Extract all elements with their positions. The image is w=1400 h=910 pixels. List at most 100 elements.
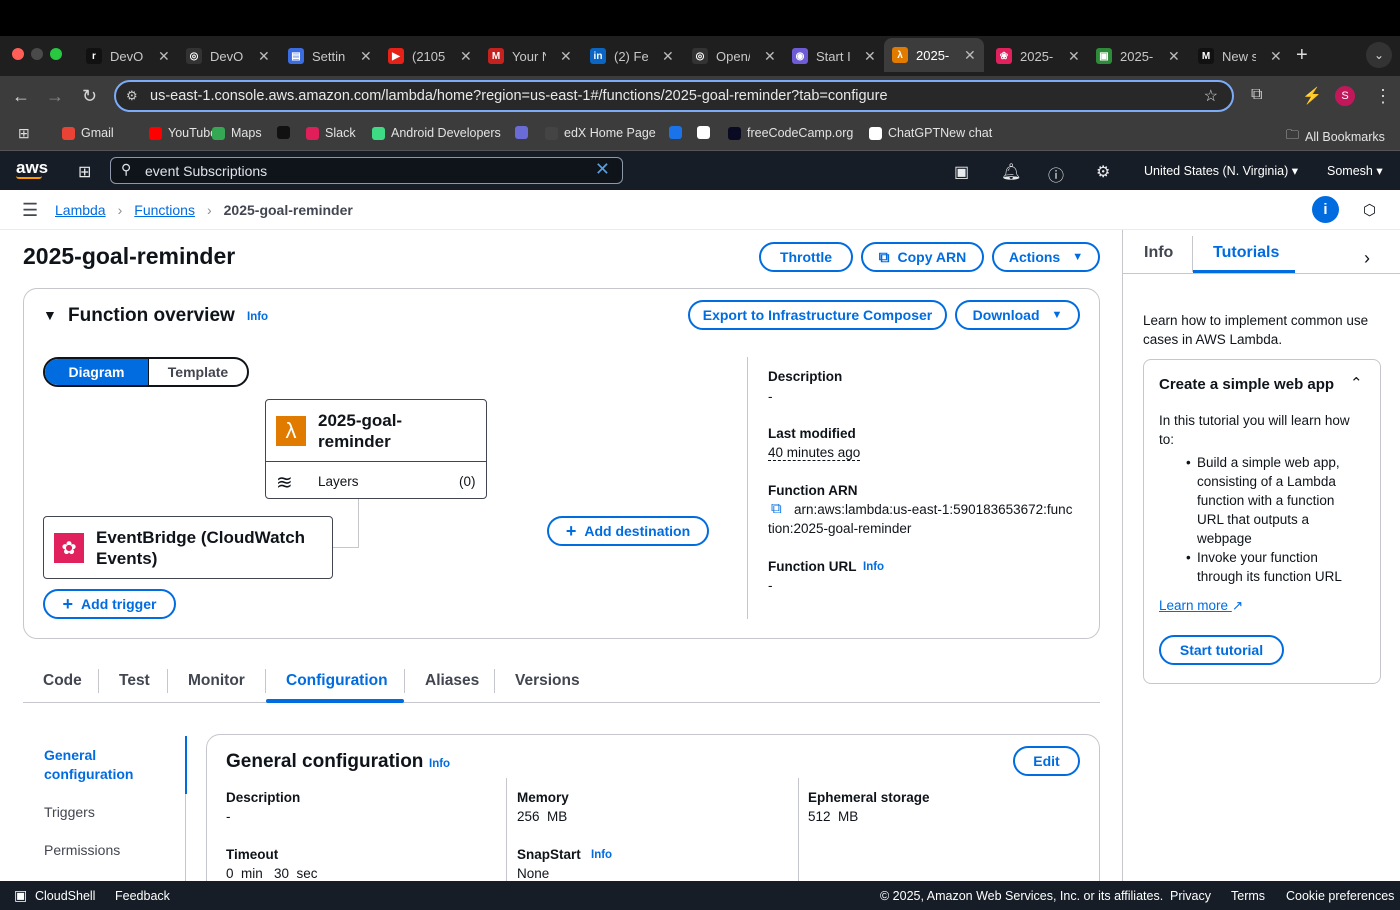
tab-close-icon[interactable]: ✕ [864, 48, 876, 65]
console-search-input[interactable]: ⚲ event Subscriptions ✕ [110, 157, 623, 184]
browser-menu-icon[interactable]: ⋮ [1374, 86, 1392, 107]
apps-grid-icon[interactable]: ⊞ [18, 125, 30, 142]
window-close-button[interactable] [12, 48, 24, 60]
breadcrumb-functions[interactable]: Functions [134, 202, 195, 218]
snapstart-info-link[interactable]: Info [591, 849, 612, 861]
site-settings-icon[interactable]: ⚙ [126, 88, 138, 104]
browser-tab[interactable]: ❀ 2025- ✕ [988, 42, 1084, 70]
breadcrumb-lambda[interactable]: Lambda [55, 202, 106, 218]
tab-code[interactable]: Code [43, 672, 82, 690]
copy-arn-button[interactable]: ⧉ Copy ARN [861, 242, 984, 272]
copy-arn-icon[interactable]: ⧉ [771, 500, 782, 517]
function-url-info-link[interactable]: Info [863, 561, 884, 573]
window-maximize-button[interactable] [50, 48, 62, 60]
notifications-bell-icon[interactable]: 🔔︎ [1001, 162, 1021, 182]
panel-tab-tutorials[interactable]: Tutorials [1213, 244, 1279, 262]
diagram-toggle[interactable]: Diagram [45, 359, 148, 385]
tab-close-icon[interactable]: ✕ [1068, 48, 1080, 65]
last-modified-value[interactable]: 40 minutes ago [768, 445, 861, 461]
throttle-button[interactable]: Throttle [759, 242, 853, 272]
info-panel-icon[interactable]: i [1312, 196, 1339, 223]
extension-icon[interactable]: ⚡ [1302, 86, 1322, 106]
browser-tab[interactable]: in (2) Fe ✕ [582, 42, 678, 70]
bookmark-item[interactable]: Gmail [62, 126, 114, 140]
bookmark-item[interactable] [277, 126, 296, 139]
add-destination-button[interactable]: + Add destination [547, 516, 709, 546]
notifications-panel-icon[interactable]: ⬡ [1363, 201, 1376, 219]
window-minimize-button[interactable] [31, 48, 43, 60]
browser-tab[interactable]: ▤ Settin ✕ [280, 42, 376, 70]
tab-close-icon[interactable]: ✕ [258, 48, 270, 65]
download-button[interactable]: Download ▼ [955, 300, 1080, 330]
browser-tab[interactable]: ◉ Start I ✕ [784, 42, 880, 70]
browser-tab[interactable]: ◎ Open/ ✕ [684, 42, 780, 70]
extensions-icon[interactable]: ⧉ [1251, 86, 1262, 104]
help-icon[interactable]: ⓘ [1048, 162, 1064, 186]
chevron-up-icon[interactable]: ⌃ [1350, 374, 1363, 392]
profile-avatar[interactable]: S [1335, 86, 1355, 106]
layers-label[interactable]: Layers [318, 474, 359, 489]
tab-monitor[interactable]: Monitor [188, 672, 245, 690]
general-config-info-link[interactable]: Info [429, 758, 450, 770]
collapse-triangle-icon[interactable]: ▼ [43, 307, 57, 323]
address-bar[interactable]: ⚙ us-east-1.console.aws.amazon.com/lambd… [114, 80, 1234, 112]
feedback-link[interactable]: Feedback [115, 889, 170, 903]
edit-button[interactable]: Edit [1013, 746, 1080, 776]
services-grid-icon[interactable]: ⊞ [78, 162, 91, 182]
start-tutorial-button[interactable]: Start tutorial [1159, 635, 1284, 665]
export-composer-button[interactable]: Export to Infrastructure Composer [688, 300, 947, 330]
actions-button[interactable]: Actions ▼ [992, 242, 1100, 272]
bookmark-item[interactable]: Slack [306, 126, 356, 140]
privacy-link[interactable]: Privacy [1170, 889, 1211, 903]
tab-aliases[interactable]: Aliases [425, 672, 479, 690]
browser-tab[interactable]: ▣ 2025- ✕ [1088, 42, 1184, 70]
browser-tab[interactable]: ▶ (2105 ✕ [380, 42, 476, 70]
bookmark-item[interactable]: freeCodeCamp.org [728, 126, 853, 140]
hamburger-menu-icon[interactable]: ☰ [22, 200, 38, 221]
learn-more-link[interactable]: Learn more ↗ [1159, 598, 1243, 614]
tab-close-icon[interactable]: ✕ [964, 47, 976, 64]
tab-close-icon[interactable]: ✕ [662, 48, 674, 65]
all-bookmarks-folder[interactable]: 🗀 All Bookmarks [1286, 126, 1385, 148]
region-selector[interactable]: United States (N. Virginia) ▾ [1144, 163, 1298, 178]
reload-icon[interactable]: ↻ [82, 86, 97, 107]
tab-close-icon[interactable]: ✕ [560, 48, 572, 65]
bookmark-item[interactable]: YouTube [149, 126, 217, 140]
config-nav-triggers[interactable]: Triggers [44, 804, 95, 820]
cloudshell-link[interactable]: CloudShell [35, 889, 95, 903]
tab-search-icon[interactable]: ⌄ [1366, 42, 1392, 68]
tab-close-icon[interactable]: ✕ [158, 48, 170, 65]
bookmark-star-icon[interactable]: ☆ [1204, 86, 1218, 106]
terms-link[interactable]: Terms [1231, 889, 1265, 903]
browser-tab[interactable]: ◎ DevOp ✕ [178, 42, 274, 70]
browser-tab[interactable]: M New s ✕ [1190, 42, 1286, 70]
bookmark-item[interactable] [515, 126, 534, 139]
cookie-preferences-link[interactable]: Cookie preferences [1286, 889, 1394, 903]
bookmark-item[interactable] [697, 126, 716, 139]
tab-close-icon[interactable]: ✕ [764, 48, 776, 65]
tab-close-icon[interactable]: ✕ [1270, 48, 1282, 65]
account-menu[interactable]: Somesh ▾ [1327, 163, 1383, 178]
tab-close-icon[interactable]: ✕ [360, 48, 372, 65]
bookmark-item[interactable]: ChatGPTNew chat [869, 126, 992, 140]
tab-test[interactable]: Test [119, 672, 150, 690]
tab-close-icon[interactable]: ✕ [460, 48, 472, 65]
bookmark-item[interactable]: Android Developers [372, 126, 501, 140]
aws-logo[interactable]: aws [16, 158, 48, 179]
bookmark-item[interactable]: edX Home Page [545, 126, 656, 140]
template-toggle[interactable]: Template [149, 359, 247, 385]
cloudshell-icon[interactable]: ▣ [14, 887, 27, 904]
browser-tab[interactable]: M Your N ✕ [480, 42, 576, 70]
settings-gear-icon[interactable]: ⚙ [1096, 162, 1110, 182]
clear-search-icon[interactable]: ✕ [595, 159, 610, 180]
add-trigger-button[interactable]: + Add trigger [43, 589, 176, 619]
bookmark-item[interactable] [669, 126, 688, 139]
config-nav-permissions[interactable]: Permissions [44, 842, 120, 858]
panel-tab-info[interactable]: Info [1144, 244, 1173, 262]
new-tab-button[interactable]: + [1296, 44, 1308, 67]
tab-configuration[interactable]: Configuration [286, 672, 388, 690]
bookmark-item[interactable]: Maps [212, 126, 262, 140]
tab-close-icon[interactable]: ✕ [1168, 48, 1180, 65]
config-nav-general[interactable]: General configuration [44, 746, 133, 784]
chevron-right-icon[interactable]: › [1364, 248, 1370, 269]
